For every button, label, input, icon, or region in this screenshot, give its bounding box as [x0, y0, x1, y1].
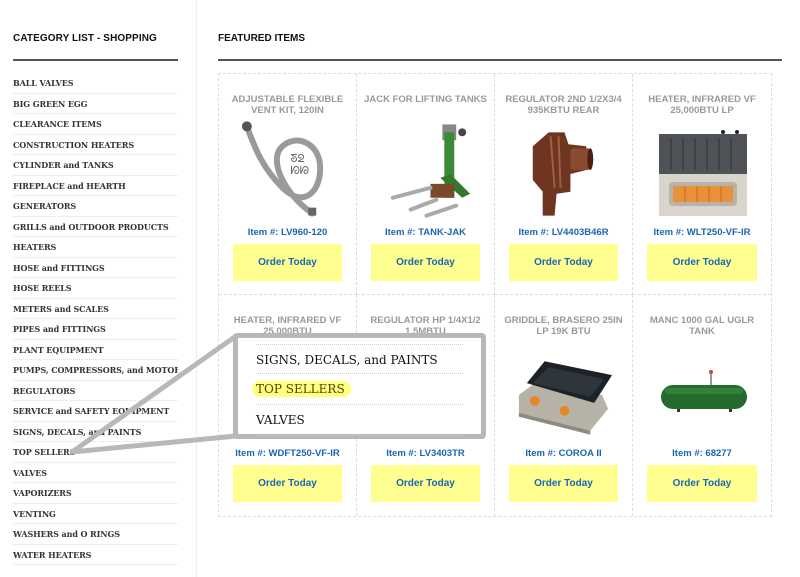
- svg-text:ᘗᘘ: ᘗᘘ: [290, 164, 309, 177]
- product-image-flexible-vent-hose[interactable]: ᘕᘖ ᘗᘘ: [233, 118, 342, 220]
- category-list: BALL VALVES BIG GREEN EGG CLEARANCE ITEM…: [13, 73, 178, 565]
- product-image-propane-tank[interactable]: [647, 339, 757, 441]
- magnifier-callout: SIGNS, DECALS, and PAINTS TOP SELLERS VA…: [233, 333, 486, 439]
- category-item-service-safety[interactable]: SERVICE and SAFETY EQUIPMENT: [13, 401, 178, 422]
- featured-items-title: FEATURED ITEMS: [218, 33, 306, 44]
- product-image-regulator-brown[interactable]: [509, 118, 618, 220]
- category-item-pumps[interactable]: PUMPS, COMPRESSORS, and MOTORS: [13, 360, 178, 381]
- product-sku: Item #: 68277: [672, 448, 732, 459]
- category-item-water-heaters[interactable]: WATER HEATERS: [13, 545, 178, 565]
- sidebar-divider: [13, 59, 178, 61]
- category-item-construction-heaters[interactable]: CONSTRUCTION HEATERS: [13, 135, 178, 155]
- category-item-ball-valves[interactable]: BALL VALVES: [13, 73, 178, 94]
- category-item-plant-equipment[interactable]: PLANT EQUIPMENT: [13, 340, 178, 360]
- category-item-pipes-fittings[interactable]: PIPES and FITTINGS: [13, 319, 178, 340]
- magnifier-item-valves: VALVES: [256, 405, 463, 436]
- product-grid: ADJUSTABLE FLEXIBLE VENT KIT, 120IN ᘕᘖ ᘗ…: [218, 73, 772, 517]
- category-item-generators[interactable]: GENERATORS: [13, 196, 178, 217]
- product-card: ADJUSTABLE FLEXIBLE VENT KIT, 120IN ᘕᘖ ᘗ…: [219, 74, 357, 295]
- category-item-venting[interactable]: VENTING: [13, 504, 178, 524]
- product-title[interactable]: MANC 1000 GAL UGLR TANK: [639, 315, 765, 337]
- category-item-valves[interactable]: VALVES: [13, 463, 178, 483]
- category-item-hose-reels[interactable]: HOSE REELS: [13, 278, 178, 299]
- product-title[interactable]: REGULATOR 2ND 1/2X3/4 935KBTU REAR: [501, 94, 626, 116]
- category-item-clearance[interactable]: CLEARANCE ITEMS: [13, 114, 178, 135]
- category-item-grills[interactable]: GRILLS and OUTDOOR PRODUCTS: [13, 217, 178, 237]
- category-item-washers[interactable]: WASHERS and O RINGS: [13, 524, 178, 545]
- magnifier-item-signs-decals: SIGNS, DECALS, and PAINTS: [256, 344, 463, 374]
- product-sku: Item #: WLT250-VF-IR: [653, 227, 751, 238]
- product-sku: Item #: LV960-120: [247, 227, 328, 238]
- order-today-button[interactable]: Order Today: [509, 244, 618, 281]
- product-sku: Item #: TANK-JAK: [384, 227, 467, 238]
- product-card: REGULATOR 2ND 1/2X3/4 935KBTU REAR Item …: [495, 74, 633, 295]
- order-today-button[interactable]: Order Today: [371, 244, 480, 281]
- product-image-tank-jack[interactable]: [371, 118, 480, 220]
- featured-divider: [218, 59, 782, 61]
- product-card: GRIDDLE, BRASERO 25IN LP 19K BTU Item #:…: [495, 295, 633, 516]
- order-today-button[interactable]: Order Today: [371, 465, 480, 502]
- product-title[interactable]: ADJUSTABLE FLEXIBLE VENT KIT, 120IN: [225, 94, 350, 116]
- category-item-fireplace[interactable]: FIREPLACE and HEARTH: [13, 176, 178, 196]
- product-card: HEATER, INFRARED VF 25,000BTU LP Item #:…: [633, 74, 771, 295]
- order-today-button[interactable]: Order Today: [509, 465, 618, 502]
- product-card: MANC 1000 GAL UGLR TANK Item #: 68277 Or…: [633, 295, 771, 516]
- category-item-signs-decals[interactable]: SIGNS, DECALS, and PAINTS: [13, 422, 178, 442]
- sidebar-title: CATEGORY LIST - SHOPPING: [13, 33, 157, 44]
- product-image-infrared-heater[interactable]: [647, 118, 757, 220]
- product-card: JACK FOR LIFTING TANKS Item #: TANK-JAK …: [357, 74, 495, 295]
- product-title[interactable]: HEATER, INFRARED VF 25,000BTU LP: [639, 94, 765, 116]
- category-item-heaters[interactable]: HEATERS: [13, 237, 178, 258]
- category-item-cylinder-tanks[interactable]: CYLINDER and TANKS: [13, 155, 178, 176]
- product-title[interactable]: JACK FOR LIFTING TANKS: [363, 94, 488, 105]
- category-item-hose-fittings[interactable]: HOSE and FITTINGS: [13, 258, 178, 278]
- product-sku: Item #: LV3403TR: [386, 448, 465, 459]
- category-item-meters-scales[interactable]: METERS and SCALES: [13, 299, 178, 319]
- highlight-marker: TOP SELLERS: [252, 381, 351, 397]
- product-image-griddle[interactable]: [509, 339, 618, 441]
- product-title[interactable]: GRIDDLE, BRASERO 25IN LP 19K BTU: [501, 315, 626, 337]
- order-today-button[interactable]: Order Today: [647, 465, 757, 502]
- order-today-button[interactable]: Order Today: [233, 244, 342, 281]
- category-item-big-green-egg[interactable]: BIG GREEN EGG: [13, 94, 178, 114]
- category-item-top-sellers[interactable]: TOP SELLERS: [13, 442, 178, 463]
- category-sidebar: CATEGORY LIST - SHOPPING BALL VALVES BIG…: [0, 0, 197, 577]
- order-today-button[interactable]: Order Today: [647, 244, 757, 281]
- product-sku: Item #: LV4403B46R: [518, 227, 609, 238]
- category-item-vaporizers[interactable]: VAPORIZERS: [13, 483, 178, 504]
- product-sku: Item #: WDFT250-VF-IR: [235, 448, 340, 459]
- order-today-button[interactable]: Order Today: [233, 465, 342, 502]
- product-sku: Item #: COROA II: [525, 448, 602, 459]
- category-item-regulators[interactable]: REGULATORS: [13, 381, 178, 401]
- magnifier-item-top-sellers: TOP SELLERS: [252, 374, 463, 405]
